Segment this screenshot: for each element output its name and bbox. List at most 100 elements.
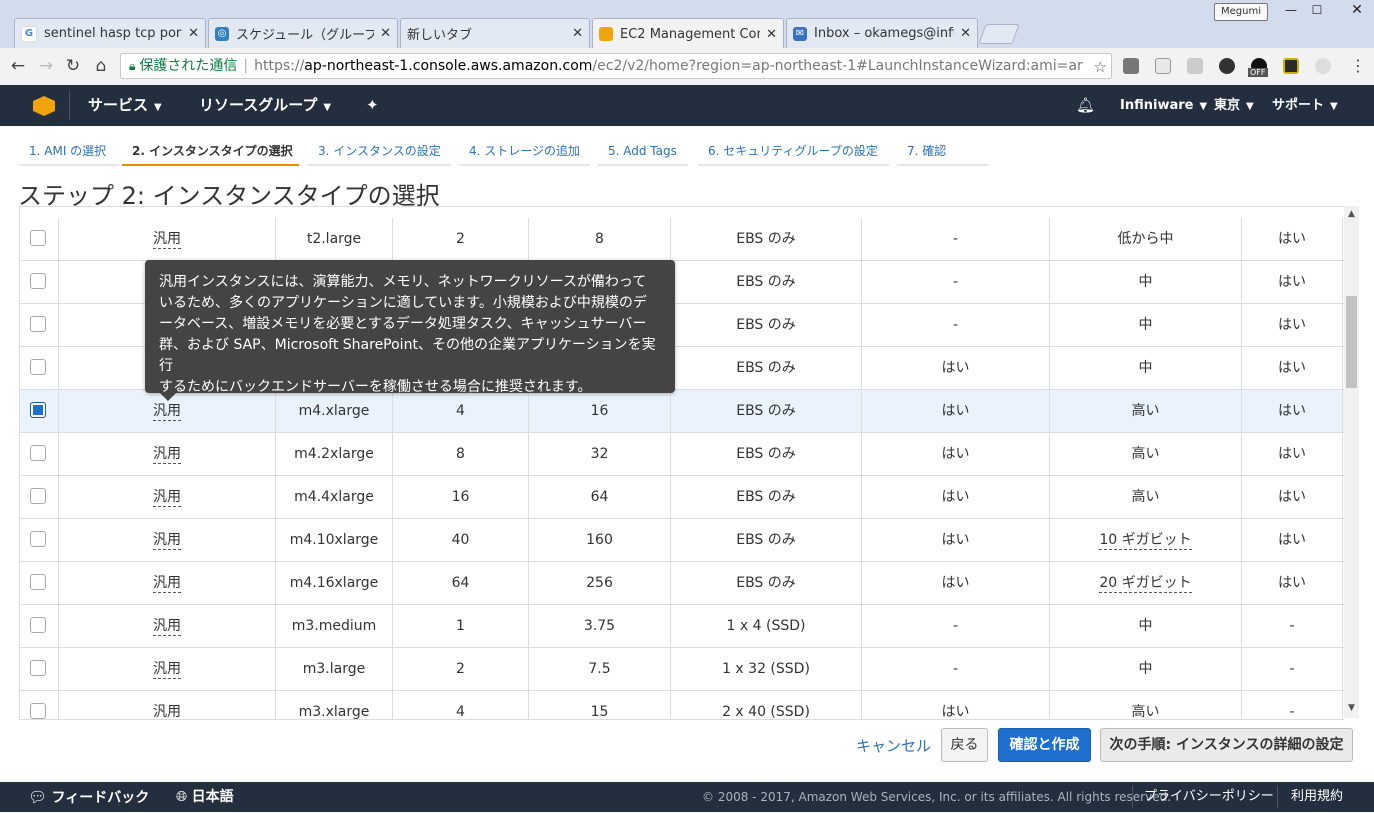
table-row[interactable]: 汎用 m4.4xlarge 16 64 EBS のみ はい 高い はい [20,476,1344,519]
reload-icon[interactable]: ↻ [62,55,84,77]
cell-family-text[interactable]: 汎用 [153,231,181,249]
new-tab-button[interactable] [978,24,1020,44]
cell-family-text[interactable]: 汎用 [153,575,181,593]
table-row[interactable]: 汎用 m4.16xlarge 64 256 EBS のみ はい 20 ギガビット はい [20,562,1344,605]
family-tooltip: 汎用インスタンスには、演算能力、メモリ、ネットワークリソースが備わって いるため… [145,260,675,395]
row-select-checkbox[interactable] [30,531,46,547]
review-and-launch-button[interactable]: 確認と作成 [998,728,1091,762]
extension-icon-2[interactable] [1155,58,1171,74]
wizard-tab-tags[interactable]: 5. Add Tags [598,138,688,166]
feedback-link[interactable]: 💬︎ フィードバック [28,782,149,812]
browser-tab-4-active[interactable]: EC2 Management Con ✕ [592,18,784,49]
cell-family: 汎用 [59,648,276,690]
support-menu[interactable]: サポート ▼ [1272,85,1338,126]
terms-link[interactable]: 利用規約 [1291,782,1343,812]
extension-icon-7[interactable] [1315,58,1331,74]
browser-tab-5[interactable]: ✉ Inbox – okamegs@infi ✕ [786,18,978,48]
row-select-checkbox[interactable] [30,273,46,289]
url-path: /ec2/v2/home?region=ap-northeast-1#Launc… [592,58,1083,74]
cell-network-text[interactable]: 20 ギガビット [1099,575,1192,593]
cell-family-text[interactable]: 汎用 [153,532,181,550]
close-tab-icon[interactable]: ✕ [380,26,391,41]
chrome-menu-icon[interactable]: ⋮ [1350,56,1366,75]
row-select-checkbox[interactable] [30,359,46,375]
row-select-checkbox[interactable] [30,230,46,246]
bookmark-star-icon[interactable]: ☆ [1094,55,1107,78]
cancel-link[interactable]: キャンセル [856,730,931,762]
maximize-icon[interactable]: ☐ [1306,2,1328,18]
forward-arrow-icon[interactable]: → [35,55,57,77]
close-window-icon[interactable]: ✕ [1346,2,1368,18]
select-cell [20,390,59,432]
row-select-checkbox[interactable] [30,574,46,590]
cell-family-text[interactable]: 汎用 [153,403,181,421]
cell-family-text[interactable]: 汎用 [153,618,181,636]
browser-tab-1[interactable]: G sentinel hasp tcp port ✕ [14,18,206,48]
cell-family-text[interactable]: 汎用 [153,704,181,719]
next-configure-details-button[interactable]: 次の手順: インスタンスの詳細の設定 [1100,728,1353,762]
cell-family-text[interactable]: 汎用 [153,489,181,507]
wizard-tab-instance-type[interactable]: 2. インスタンスタイプの選択 [122,138,299,166]
scroll-down-arrow-icon[interactable]: ▼ [1344,703,1359,715]
cell-ipv6: はい [1242,261,1343,303]
extension-icon-4[interactable] [1219,58,1235,74]
close-tab-icon[interactable]: ✕ [960,26,971,41]
cell-mem-text: 3.75 [583,618,616,634]
region-menu[interactable]: 東京 ▼ [1214,85,1254,126]
row-select-checkbox[interactable] [30,660,46,676]
rss-icon[interactable] [1187,58,1203,74]
account-menu[interactable]: Infiniware ▼ [1120,85,1207,126]
cell-storage-text: EBS のみ [736,317,796,333]
table-scrollbar[interactable] [1344,206,1359,718]
privacy-policy-link[interactable]: プライバシーポリシー [1144,782,1274,812]
scrollbar-thumb[interactable] [1346,296,1357,388]
cell-ebs_opt-text: はい [941,575,970,591]
cell-network-text[interactable]: 10 ギガビット [1099,532,1192,550]
table-row[interactable]: 汎用 m3.large 2 7.5 1 x 32 (SSD) - 中 - [20,648,1344,691]
cell-family-text[interactable]: 汎用 [153,446,181,464]
cell-vcpu-text: 16 [451,489,470,505]
wizard-tab-configure[interactable]: 3. インスタンスの設定 [308,138,451,166]
wizard-tab-ami[interactable]: 1. AMI の選択 [19,138,119,166]
row-select-checkbox[interactable] [30,445,46,461]
row-select-checkbox[interactable] [30,703,46,719]
table-row[interactable]: 汎用 m4.10xlarge 40 160 EBS のみ はい 10 ギガビット はい [20,519,1344,562]
wizard-tab-storage[interactable]: 4. ストレージの追加 [459,138,590,166]
row-select-checkbox[interactable] [30,402,46,418]
tab-title: Inbox – okamegs@infi [814,26,955,41]
back-button[interactable]: 戻る [941,728,988,762]
extension-icon-1[interactable] [1123,58,1139,74]
row-select-checkbox[interactable] [30,488,46,504]
cell-family-text[interactable]: 汎用 [153,661,181,679]
home-icon[interactable]: ⌂ [90,55,112,77]
resource-groups-menu[interactable]: リソースグループ ▼ [199,85,331,126]
tooltip-line: いるため、多くのアプリケーションに適しています。小規模および中規模のデ [159,295,647,311]
bell-icon[interactable]: 🔔︎ [1076,85,1095,126]
row-select-checkbox[interactable] [30,316,46,332]
wizard-tab-security-group[interactable]: 6. セキュリティグループの設定 [698,138,889,166]
address-bar[interactable]: 🔒︎ 保護された通信 | https://ap-northeast-1.console… [120,53,1112,79]
copyright-text: © 2008 - 2017, Amazon Web Services, Inc.… [702,790,1172,804]
url-host: ap-northeast-1.console.aws.amazon.com [304,58,593,74]
browser-tab-3[interactable]: 新しいタブ ✕ [400,18,590,48]
minimize-icon[interactable]: — [1280,2,1302,18]
aws-box-icon [599,27,613,41]
row-select-checkbox[interactable] [30,617,46,633]
table-row[interactable]: 汎用 m3.xlarge 4 15 2 x 40 (SSD) はい 高い - [20,691,1344,719]
browser-tab-2[interactable]: ◎ スケジュール（グループ ✕ [208,18,398,48]
table-row[interactable]: 汎用 t2.large 2 8 EBS のみ - 低から中 はい [20,218,1344,261]
table-row[interactable]: 汎用 m3.medium 1 3.75 1 x 4 (SSD) - 中 - [20,605,1344,648]
wizard-tab-review[interactable]: 7. 確認 [897,138,988,166]
pin-icon[interactable]: ✦ [366,85,379,126]
language-selector[interactable]: 🌐︎ 日本語 [176,782,234,812]
tab-title: 新しいタブ [407,28,473,43]
close-tab-icon[interactable]: ✕ [188,26,199,41]
services-menu[interactable]: サービス ▼ [88,85,162,126]
close-tab-icon[interactable]: ✕ [766,27,777,42]
close-tab-icon[interactable]: ✕ [572,26,583,41]
back-arrow-icon[interactable]: ← [7,55,29,77]
table-row[interactable]: 汎用 m4.2xlarge 8 32 EBS のみ はい 高い はい [20,433,1344,476]
scroll-up-arrow-icon[interactable]: ▲ [1344,209,1359,221]
extension-icon-6[interactable] [1283,58,1299,74]
profile-button[interactable]: Megumi [1214,3,1268,21]
